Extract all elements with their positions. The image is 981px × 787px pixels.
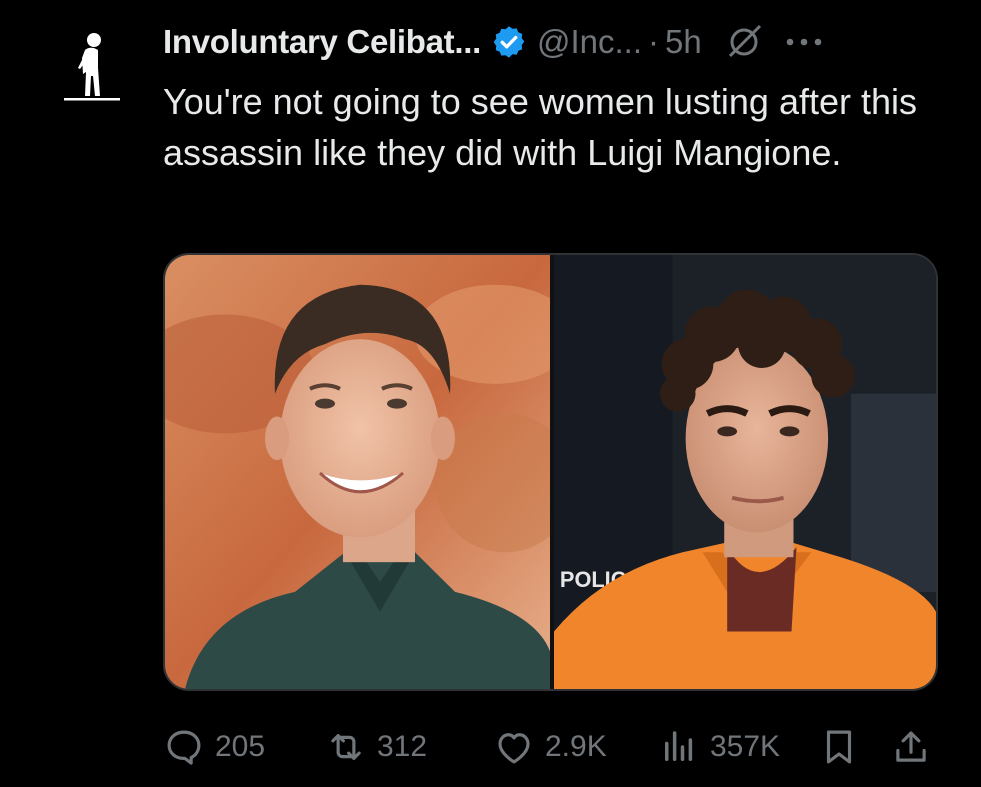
bookmark-button[interactable] — [818, 726, 890, 768]
avatar[interactable] — [52, 28, 132, 108]
tweet-media[interactable]: POLIC — [163, 253, 938, 691]
left-photo[interactable] — [165, 255, 550, 689]
reply-icon — [167, 730, 201, 765]
right-photo[interactable]: POLIC — [554, 255, 936, 689]
like-button[interactable]: 2.9K — [493, 726, 658, 768]
display-name[interactable]: Involuntary Celibat... — [163, 23, 481, 61]
views-icon — [665, 731, 693, 761]
tweet-header: Involuntary Celibat... @Inc... · 5h — [163, 16, 953, 68]
reply-button[interactable]: 205 — [163, 726, 325, 768]
tweet-text: You're not going to see women lusting af… — [163, 81, 918, 173]
grok-icon[interactable] — [722, 20, 766, 64]
repost-button[interactable]: 312 — [325, 726, 493, 768]
separator: · — [648, 23, 659, 60]
verified-badge-icon — [491, 24, 527, 60]
reply-count: 205 — [215, 730, 266, 763]
like-icon — [498, 733, 530, 764]
timestamp[interactable]: 5h — [665, 23, 702, 61]
action-bar: 205 312 2.9K 357K — [163, 722, 941, 772]
right-photo-image: POLIC — [554, 255, 936, 689]
handle[interactable]: @Inc... — [537, 23, 642, 61]
repost-icon — [331, 734, 361, 760]
incel-avatar-icon — [64, 33, 120, 101]
left-photo-image — [165, 255, 550, 689]
views-count: 357K — [710, 730, 781, 763]
like-count: 2.9K — [545, 730, 607, 763]
repost-count: 312 — [377, 730, 428, 763]
share-icon — [896, 731, 926, 762]
bookmark-icon — [826, 730, 852, 764]
share-button[interactable] — [890, 726, 932, 768]
more-icon[interactable] — [784, 32, 824, 52]
views-button[interactable]: 357K — [658, 726, 818, 768]
